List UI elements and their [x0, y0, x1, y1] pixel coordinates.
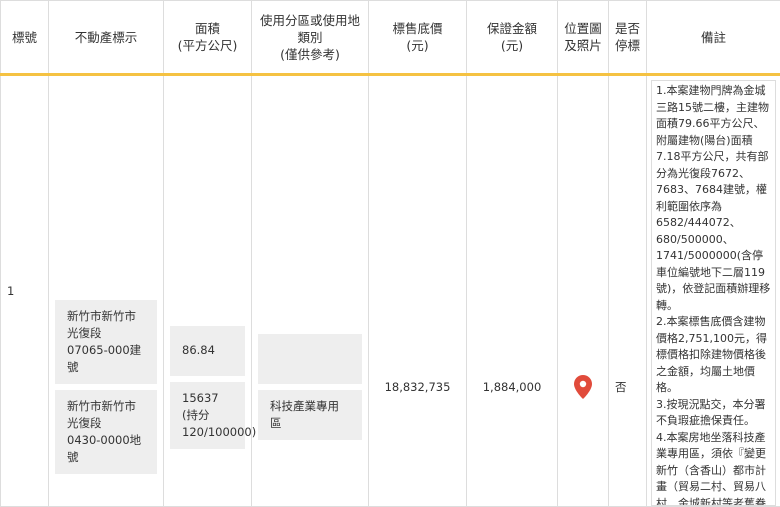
- header-remarks: 備註: [647, 1, 780, 75]
- table-row: 1 新竹市新竹市光復段 07065-000建號 新竹市新竹市光復段 0430-0…: [1, 75, 780, 507]
- lot-number: 1: [1, 75, 49, 507]
- deposit: 1,884,000: [467, 75, 558, 507]
- header-row: 標號 不動產標示 面積 (平方公尺) 使用分區或使用地類別 (僅供參考) 標售底…: [1, 1, 780, 75]
- zoning-building: [258, 334, 362, 384]
- header-area: 面積 (平方公尺): [164, 1, 252, 75]
- header-location: 位置圖 及照片: [558, 1, 609, 75]
- header-property: 不動產標示: [49, 1, 164, 75]
- property-building: 新竹市新竹市光復段 07065-000建號: [55, 300, 157, 384]
- header-suspended: 是否 停標: [609, 1, 647, 75]
- property-cell: 新竹市新竹市光復段 07065-000建號 新竹市新竹市光復段 0430-000…: [49, 75, 164, 507]
- property-land: 新竹市新竹市光復段 0430-0000地號: [55, 390, 157, 474]
- base-price: 18,832,735: [369, 75, 467, 507]
- map-pin-icon[interactable]: [574, 375, 592, 399]
- suspended-status: 否: [609, 75, 647, 507]
- area-building: 86.84: [170, 326, 245, 376]
- area-cell: 86.84 15637 (持分 120/100000): [164, 75, 252, 507]
- header-lot-no: 標號: [1, 1, 49, 75]
- area-land: 15637 (持分 120/100000): [170, 382, 245, 449]
- remarks-cell: 1.本案建物門牌為金城三路15號二樓，主建物面積79.66平方公尺、附屬建物(陽…: [647, 75, 780, 507]
- header-base-price: 標售底價 (元): [369, 1, 467, 75]
- location-cell: [558, 75, 609, 507]
- zoning-cell: 科技產業專用區: [252, 75, 369, 507]
- header-deposit: 保證金額 (元): [467, 1, 558, 75]
- zoning-land: 科技產業專用區: [258, 390, 362, 440]
- header-zoning: 使用分區或使用地類別 (僅供參考): [252, 1, 369, 75]
- remarks-text[interactable]: 1.本案建物門牌為金城三路15號二樓，主建物面積79.66平方公尺、附屬建物(陽…: [651, 80, 776, 506]
